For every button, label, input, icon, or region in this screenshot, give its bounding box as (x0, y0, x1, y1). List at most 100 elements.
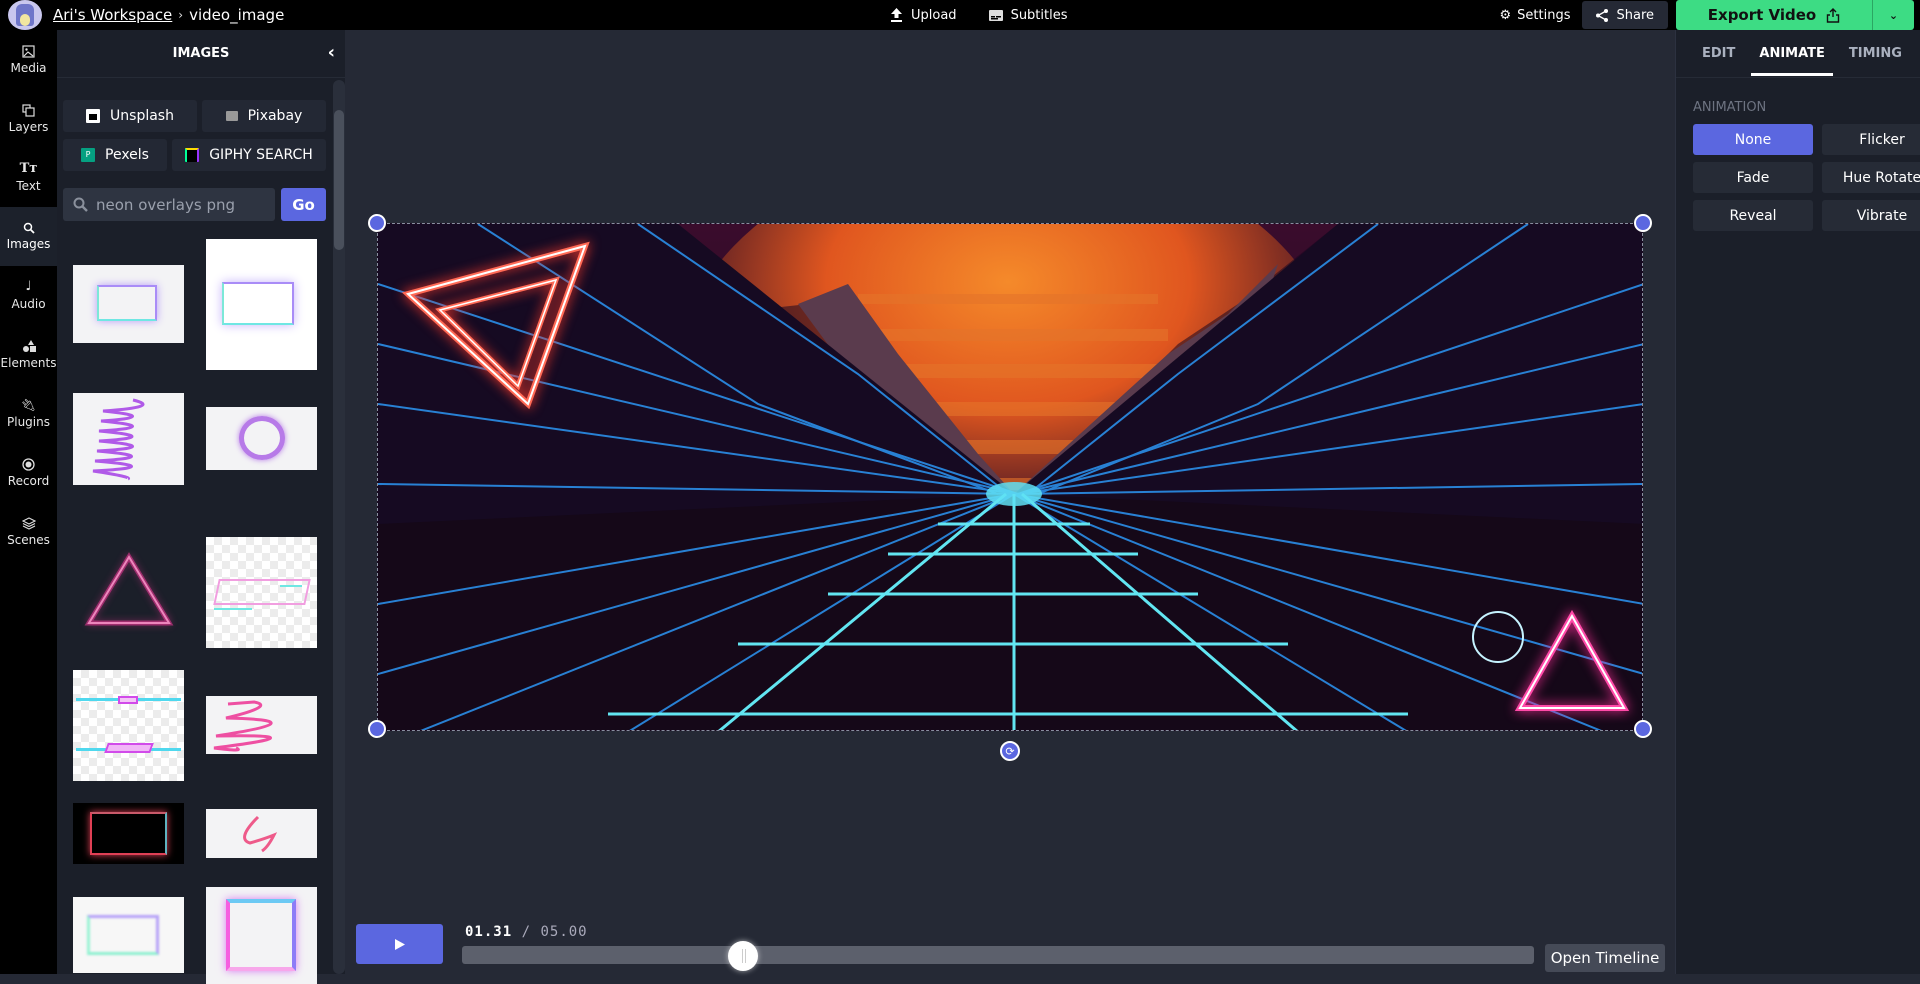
result-thumbnail[interactable] (206, 887, 317, 984)
result-thumbnail[interactable] (206, 696, 317, 754)
nav-text-label: Text (16, 179, 41, 193)
nav-audio-label: Audio (11, 297, 46, 311)
workspace-link[interactable]: Ari's Workspace (53, 6, 172, 24)
export-options-dropdown[interactable]: ⌄ (1872, 0, 1914, 30)
result-thumbnail[interactable] (206, 407, 317, 470)
giphy-button[interactable]: GIPHY SEARCH (172, 139, 326, 171)
nav-scenes-label: Scenes (7, 532, 50, 547)
nav-audio[interactable]: ♩ Audio (0, 266, 57, 325)
giphy-label: GIPHY SEARCH (209, 147, 313, 163)
unsplash-button[interactable]: Unsplash (63, 100, 197, 132)
pexels-button[interactable]: P Pexels (63, 139, 167, 171)
project-name[interactable]: video_image (189, 6, 284, 24)
panel-scrollbar[interactable] (333, 80, 345, 974)
tab-animate[interactable]: ANIMATE (1751, 30, 1833, 78)
go-button[interactable]: Go (281, 188, 326, 221)
nav-elements-label: Elements (0, 355, 57, 370)
nav-media[interactable]: Media (0, 30, 57, 89)
result-thumbnail[interactable] (73, 265, 184, 343)
editor-stage: ⟳ 01.31 / 05.00 Open Timeline (345, 30, 1675, 974)
share-icon (1596, 8, 1609, 22)
unsplash-label: Unsplash (110, 108, 174, 124)
result-thumbnail[interactable] (206, 537, 317, 648)
unsplash-icon (86, 109, 101, 123)
stack-icon (21, 516, 36, 530)
breadcrumb: Ari's Workspace › video_image (53, 6, 284, 24)
share-label: Share (1616, 7, 1654, 23)
rotate-handle[interactable]: ⟳ (1000, 741, 1020, 761)
tab-edit[interactable]: EDIT (1702, 30, 1735, 78)
result-thumbnail[interactable] (73, 803, 184, 864)
image-icon (22, 44, 35, 58)
nav-record-label: Record (7, 473, 50, 488)
resize-handle-bottom-right[interactable] (1634, 720, 1652, 738)
settings-label: Settings (1517, 7, 1571, 23)
resize-handle-top-left[interactable] (368, 214, 386, 232)
nav-plugins-label: Plugins (7, 415, 50, 429)
pixabay-button[interactable]: Pixabay (202, 100, 326, 132)
playback-scrubber[interactable] (462, 941, 1534, 971)
chevron-left-icon: ‹ (327, 42, 335, 63)
resize-handle-bottom-left[interactable] (368, 720, 386, 738)
tab-timing[interactable]: TIMING (1849, 30, 1902, 78)
collapse-panel-button[interactable]: ‹ (328, 42, 335, 63)
nav-text[interactable]: Tт Text (0, 148, 57, 207)
result-thumbnail[interactable] (73, 535, 184, 635)
upload-button[interactable]: Upload (890, 8, 957, 23)
images-panel: IMAGES ‹ Unsplash Pixabay P Pexels GIPHY… (57, 30, 345, 984)
animation-vibrate[interactable]: Vibrate (1822, 200, 1920, 231)
scrubber-handle[interactable] (727, 941, 758, 971)
panel-title: IMAGES (57, 30, 345, 78)
time-readout: 01.31 / 05.00 (465, 924, 588, 940)
giphy-icon (185, 148, 200, 162)
export-label: Export Video (1707, 6, 1817, 24)
share-button[interactable]: Share (1582, 1, 1668, 29)
shapes-icon (22, 339, 36, 352)
nav-layers-label: Layers (8, 119, 49, 134)
nav-media-label: Media (10, 60, 47, 75)
top-bar: Ari's Workspace › video_image Upload Sub… (0, 0, 1920, 30)
video-canvas[interactable] (377, 223, 1643, 731)
nav-record[interactable]: Record (0, 443, 57, 502)
result-thumbnail[interactable] (206, 809, 317, 858)
result-thumbnail[interactable] (73, 393, 184, 485)
animation-flicker[interactable]: Flicker (1822, 124, 1920, 155)
nav-images-label: Images (6, 237, 51, 251)
settings-button[interactable]: ⚙ Settings (1500, 8, 1571, 23)
animation-fade[interactable]: Fade (1693, 162, 1813, 193)
search-icon (73, 197, 88, 212)
result-thumbnail[interactable] (73, 670, 184, 781)
export-video-button[interactable]: Export Video (1676, 0, 1872, 30)
nav-layers[interactable]: Layers (0, 89, 57, 148)
nav-images[interactable]: Images (0, 207, 57, 266)
subtitles-label: Subtitles (1010, 7, 1068, 23)
result-thumbnail[interactable] (206, 239, 317, 370)
pexels-label: Pexels (105, 147, 149, 163)
open-timeline-button[interactable]: Open Timeline (1545, 944, 1665, 972)
animation-hue-rotate[interactable]: Hue Rotate (1822, 162, 1920, 193)
text-icon: Tт (19, 161, 38, 176)
avatar[interactable] (8, 0, 42, 30)
resize-handle-top-right[interactable] (1634, 214, 1652, 232)
subtitles-icon (988, 9, 1003, 21)
gear-icon: ⚙ (1499, 7, 1512, 23)
pexels-icon: P (81, 148, 96, 162)
animation-none[interactable]: None (1693, 124, 1813, 155)
play-icon (394, 938, 405, 950)
upload-icon (891, 8, 902, 22)
pixabay-icon (225, 111, 238, 121)
breadcrumb-separator: › (178, 8, 184, 22)
nav-plugins[interactable]: 🔌︎ Plugins (0, 384, 57, 443)
synthwave-background-image (378, 224, 1642, 730)
left-nav: Media Layers Tт Text Images ♩ Audio Elem… (0, 30, 57, 974)
subtitles-button[interactable]: Subtitles (988, 7, 1068, 23)
nav-elements[interactable]: Elements (0, 325, 57, 384)
animation-reveal[interactable]: Reveal (1693, 200, 1813, 231)
result-thumbnail[interactable] (73, 897, 184, 973)
rotate-icon: ⟳ (1005, 744, 1015, 758)
time-separator: / (521, 924, 532, 940)
image-search-input[interactable] (96, 195, 266, 214)
scrollbar-thumb[interactable] (334, 110, 344, 250)
nav-scenes[interactable]: Scenes (0, 502, 57, 561)
play-button[interactable] (356, 924, 443, 964)
